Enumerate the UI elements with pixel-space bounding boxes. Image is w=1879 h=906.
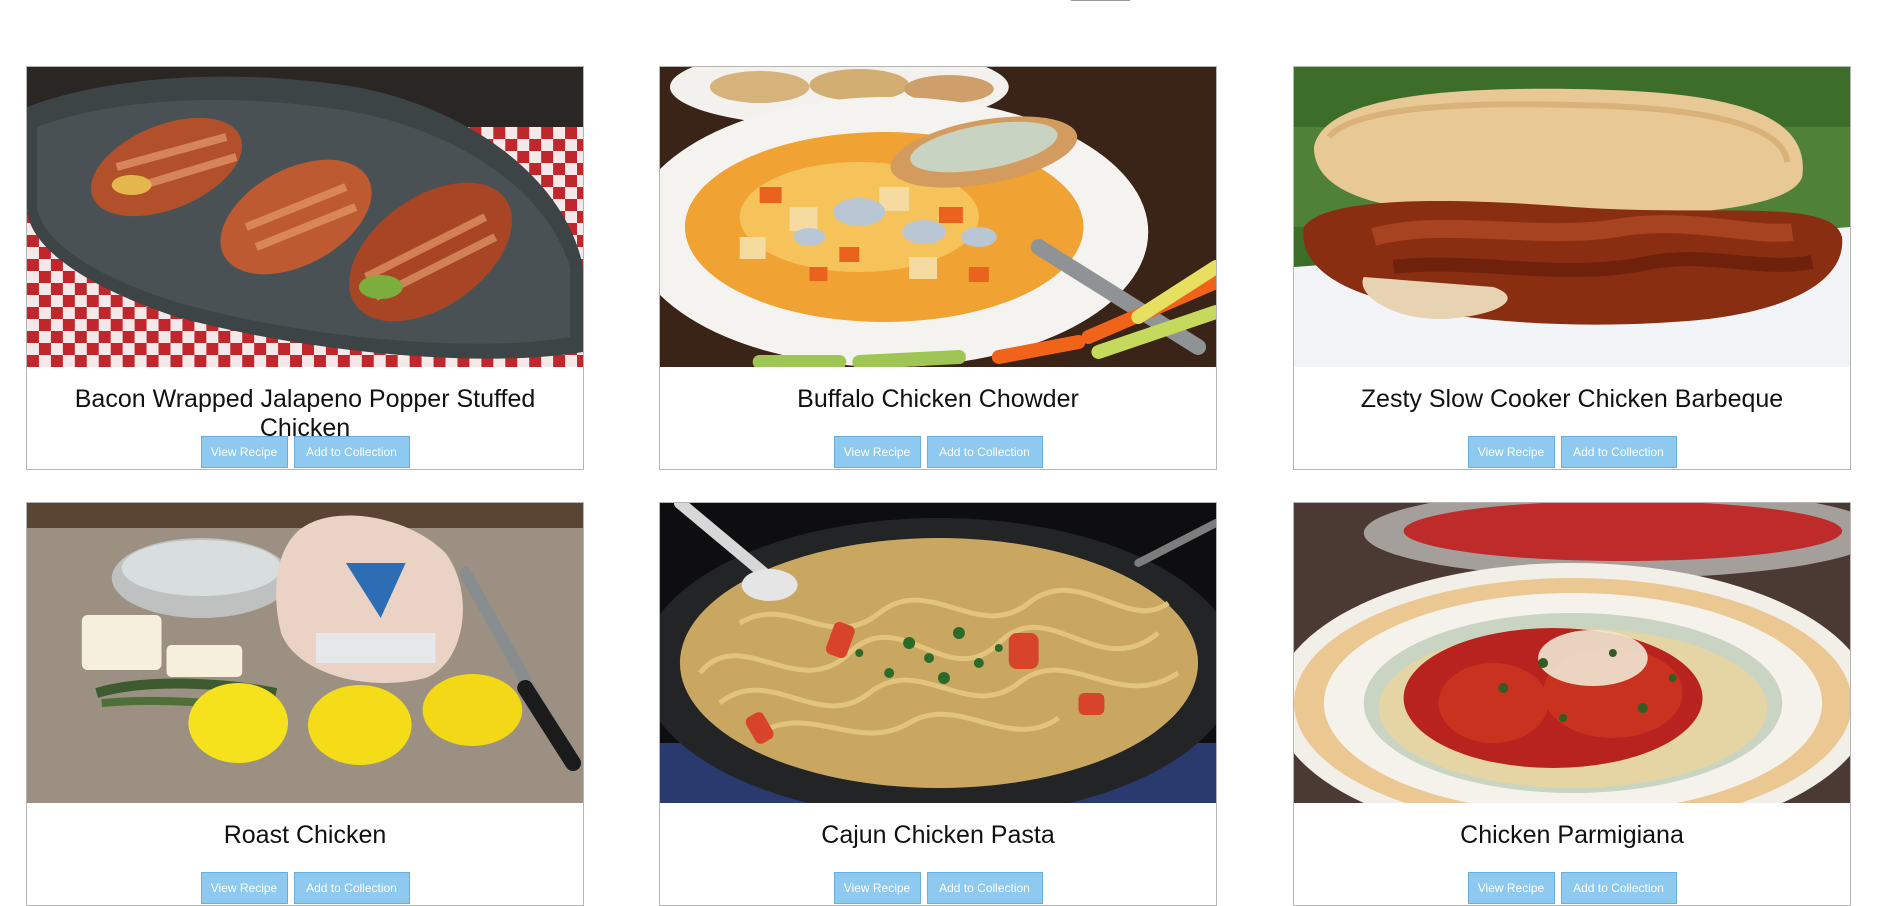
recipe-actions: View Recipe Add to Collection: [27, 436, 583, 468]
recipe-card: Buffalo Chicken Chowder View Recipe Add t…: [659, 66, 1217, 470]
recipe-image[interactable]: [660, 503, 1216, 803]
view-recipe-button[interactable]: View Recipe: [833, 872, 921, 904]
recipe-image[interactable]: [27, 67, 583, 367]
recipe-title[interactable]: Cajun Chicken Pasta: [660, 821, 1216, 850]
view-recipe-button[interactable]: View Recipe: [200, 436, 288, 468]
add-to-collection-button[interactable]: Add to Collection: [1560, 872, 1677, 904]
add-to-collection-button[interactable]: Add to Collection: [926, 872, 1043, 904]
add-to-collection-button[interactable]: Add to Collection: [293, 436, 410, 468]
recipe-card: Cajun Chicken Pasta View Recipe Add to Co…: [659, 502, 1217, 906]
recipe-actions: View Recipe Add to Collection: [1294, 872, 1850, 904]
recipe-title[interactable]: Bacon Wrapped Jalapeno Popper Stuffed Ch…: [27, 385, 583, 443]
recipe-actions: View Recipe Add to Collection: [1294, 436, 1850, 468]
recipe-title[interactable]: Roast Chicken: [27, 821, 583, 850]
view-recipe-button[interactable]: View Recipe: [833, 436, 921, 468]
add-to-collection-button[interactable]: Add to Collection: [926, 436, 1043, 468]
recipe-actions: View Recipe Add to Collection: [660, 872, 1216, 904]
recipe-image[interactable]: [660, 67, 1216, 367]
recipe-title[interactable]: Buffalo Chicken Chowder: [660, 385, 1216, 414]
recipe-title[interactable]: Chicken Parmigiana: [1294, 821, 1850, 850]
recipe-image[interactable]: [1294, 503, 1850, 803]
chowder-photo: [660, 67, 1216, 367]
view-recipe-button[interactable]: View Recipe: [1467, 436, 1555, 468]
roast-chicken-photo: [27, 503, 583, 803]
view-recipe-button[interactable]: View Recipe: [1467, 872, 1555, 904]
recipe-actions: View Recipe Add to Collection: [27, 872, 583, 904]
recipe-card: Bacon Wrapped Jalapeno Popper Stuffed Ch…: [26, 66, 584, 470]
bacon-chicken-photo: [27, 67, 583, 367]
top-tab-indicator: [1071, 0, 1130, 1]
recipe-actions: View Recipe Add to Collection: [660, 436, 1216, 468]
add-to-collection-button[interactable]: Add to Collection: [1560, 436, 1677, 468]
add-to-collection-button[interactable]: Add to Collection: [293, 872, 410, 904]
recipe-title[interactable]: Zesty Slow Cooker Chicken Barbeque: [1294, 385, 1850, 414]
recipe-card: Roast Chicken View Recipe Add to Collecti…: [26, 502, 584, 906]
recipe-card: Zesty Slow Cooker Chicken Barbeque View …: [1293, 66, 1851, 470]
view-recipe-button[interactable]: View Recipe: [200, 872, 288, 904]
bbq-sandwich-photo: [1294, 67, 1850, 367]
recipe-image[interactable]: [1294, 67, 1850, 367]
cajun-pasta-photo: [660, 503, 1216, 803]
parmigiana-photo: [1294, 503, 1850, 803]
recipe-card: Chicken Parmigiana View Recipe Add to Col…: [1293, 502, 1851, 906]
recipe-image[interactable]: [27, 503, 583, 803]
